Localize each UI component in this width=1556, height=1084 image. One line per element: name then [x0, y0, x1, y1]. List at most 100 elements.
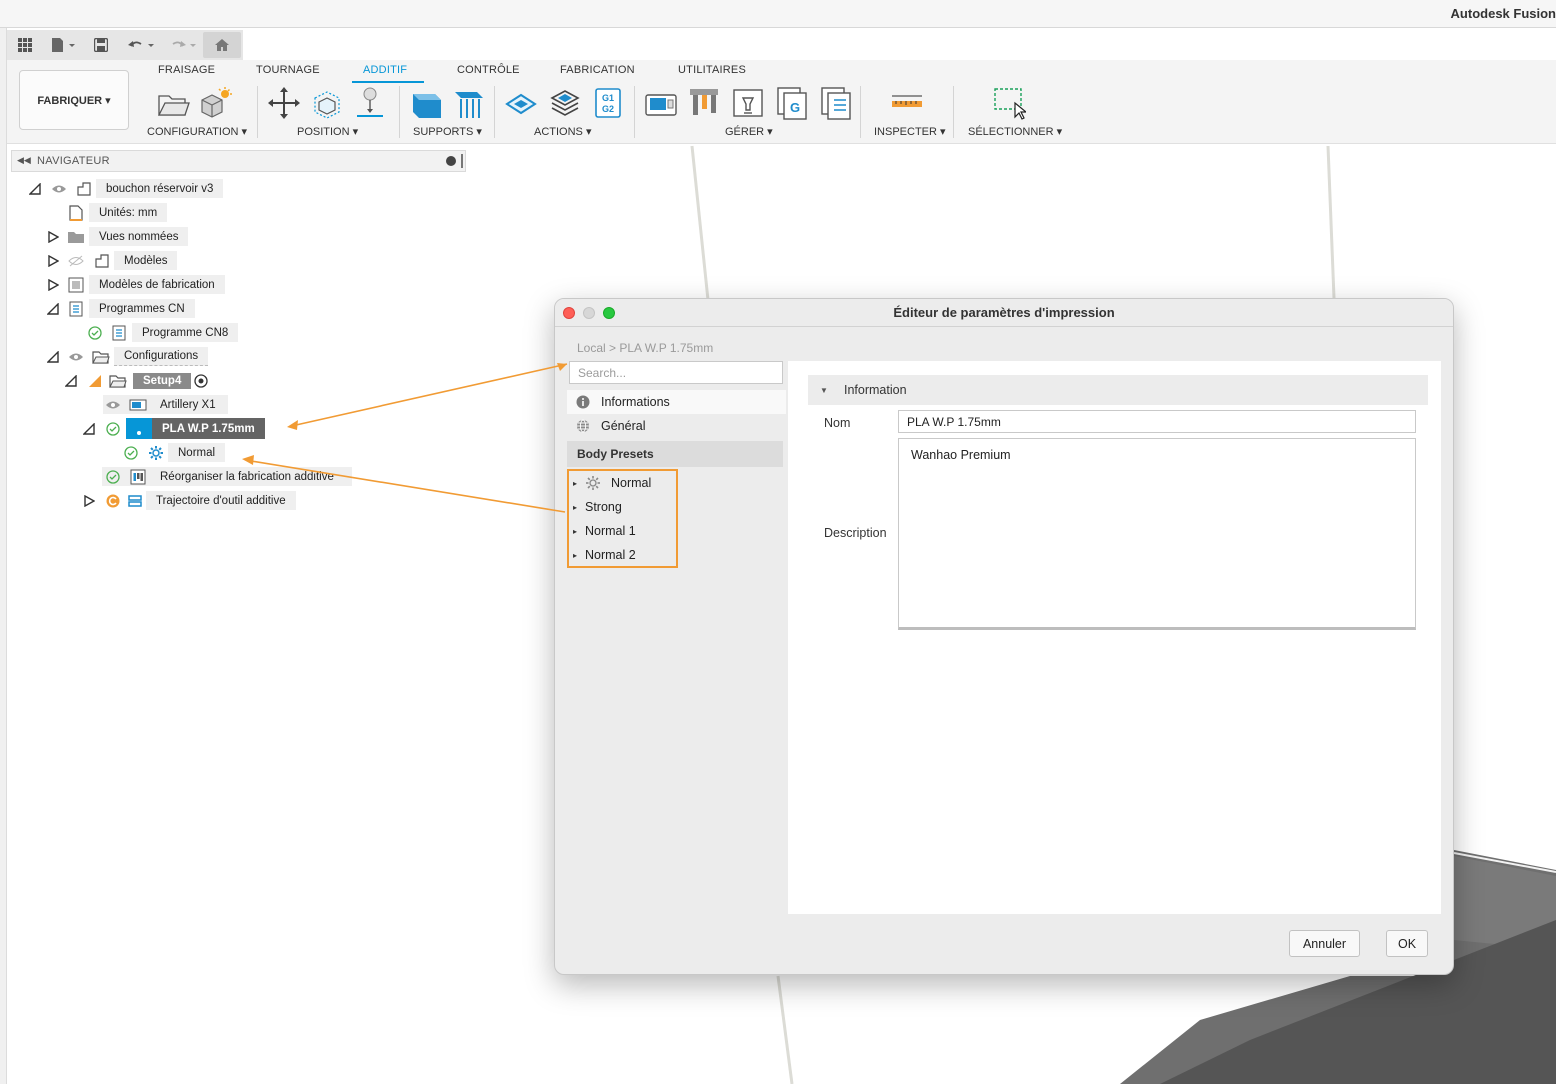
- tree-row-models[interactable]: Modèles: [0, 251, 470, 271]
- quick-access-toolbar: [7, 30, 243, 60]
- eye-hidden-icon[interactable]: [67, 252, 85, 270]
- eye-icon[interactable]: [104, 396, 122, 414]
- cancel-button[interactable]: Annuler: [1289, 930, 1360, 957]
- group-supports[interactable]: SUPPORTS ▾: [413, 125, 482, 138]
- redo-icon[interactable]: [167, 34, 199, 56]
- tree-row-nc-programs[interactable]: Programmes CN: [0, 299, 470, 319]
- expand-triangle-icon[interactable]: [47, 255, 59, 267]
- tab-utilitaires[interactable]: UTILITAIRES: [678, 64, 746, 76]
- expand-triangle-icon[interactable]: [83, 495, 95, 507]
- pin-icon[interactable]: [461, 154, 463, 168]
- manufacturing-model-icon: [67, 276, 85, 294]
- tab-fraisage[interactable]: FRAISAGE: [158, 64, 215, 76]
- template-library-icon[interactable]: [731, 86, 765, 120]
- move-icon[interactable]: [267, 86, 301, 120]
- tree-label: bouchon réservoir v3: [96, 179, 224, 198]
- tree-label: Modèles: [114, 251, 178, 270]
- grid-icon[interactable]: [15, 34, 35, 56]
- tree-row-manufacturing-models[interactable]: Modèles de fabrication: [0, 275, 470, 295]
- tab-controle[interactable]: CONTRÔLE: [457, 64, 520, 76]
- tab-tournage[interactable]: TOURNAGE: [256, 64, 320, 76]
- group-configuration[interactable]: CONFIGURATION ▾: [147, 125, 247, 138]
- ribbon-separator: [860, 86, 861, 138]
- group-actions[interactable]: ACTIONS ▾: [534, 125, 591, 138]
- tab-fabrication[interactable]: FABRICATION: [560, 64, 635, 76]
- svg-text:G2: G2: [602, 104, 614, 114]
- drop-to-plate-icon[interactable]: [353, 86, 387, 120]
- expand-triangle-icon[interactable]: [47, 231, 59, 243]
- machine-library-icon[interactable]: [644, 86, 678, 120]
- tree-row-preset-normal[interactable]: Normal: [0, 443, 470, 463]
- collapse-triangle-icon[interactable]: [29, 183, 41, 195]
- tree-label: Programmes CN: [89, 299, 195, 318]
- new-setup-icon[interactable]: [156, 86, 190, 120]
- group-position[interactable]: POSITION ▾: [297, 125, 358, 138]
- breadcrumb: Local > PLA W.P 1.75mm: [577, 341, 714, 355]
- warning-triangle-icon: [86, 372, 104, 390]
- tree-row-named-views[interactable]: Vues nommées: [0, 227, 470, 247]
- new-additive-setup-icon[interactable]: [198, 86, 232, 120]
- place-parts-icon[interactable]: [310, 86, 344, 120]
- print-setting-icon: [126, 418, 152, 439]
- tree-row-machine[interactable]: Artillery X1: [0, 395, 470, 415]
- measure-icon[interactable]: [890, 86, 924, 120]
- information-section-header[interactable]: ▼ Information: [808, 375, 1428, 405]
- tree-row-setups[interactable]: Configurations: [0, 347, 470, 367]
- collapse-triangle-icon[interactable]: [65, 375, 77, 387]
- tree-row-reorder[interactable]: Réorganiser la fabrication additive: [0, 467, 470, 487]
- tree-row-nc-program-8[interactable]: Programme CN8: [0, 323, 470, 343]
- save-icon[interactable]: [91, 34, 111, 56]
- expand-triangle-icon[interactable]: [47, 279, 59, 291]
- group-selectionner[interactable]: SÉLECTIONNER ▾: [968, 125, 1062, 138]
- name-field[interactable]: [898, 410, 1416, 433]
- collapse-navigator-icon[interactable]: ◀◀: [17, 155, 31, 166]
- search-input[interactable]: [569, 361, 783, 384]
- tree-label: Configurations: [114, 347, 209, 366]
- eye-icon[interactable]: [50, 180, 68, 198]
- group-inspecter[interactable]: INSPECTER ▾: [874, 125, 946, 138]
- group-gerer[interactable]: GÉRER ▾: [725, 125, 773, 138]
- solid-support-icon[interactable]: [410, 86, 444, 120]
- tree-row-print-setting[interactable]: PLA W.P 1.75mm: [0, 418, 470, 439]
- file-icon[interactable]: [47, 34, 79, 56]
- nc-program-icon: [67, 300, 85, 318]
- print-setting-library-icon[interactable]: [819, 86, 853, 120]
- minimize-icon[interactable]: [446, 156, 456, 166]
- dialog-title-bar[interactable]: Éditeur de paramètres d'impression: [555, 299, 1453, 327]
- tree-label: Unités: mm: [89, 203, 168, 222]
- post-process-icon[interactable]: G1 G2: [591, 86, 625, 120]
- home-icon[interactable]: [203, 32, 241, 58]
- generate-icon[interactable]: [504, 86, 538, 120]
- post-library-icon[interactable]: G: [775, 86, 809, 120]
- collapse-triangle-icon[interactable]: [47, 351, 59, 363]
- nc-program-icon: [110, 324, 128, 342]
- collapse-triangle-icon[interactable]: [47, 303, 59, 315]
- tree-row-document[interactable]: bouchon réservoir v3: [0, 179, 470, 199]
- tool-library-icon[interactable]: [687, 86, 721, 120]
- workspace-switcher-button[interactable]: FABRIQUER ▾: [19, 70, 129, 130]
- check-circle-icon: [86, 324, 104, 342]
- print-setting-editor-dialog: Éditeur de paramètres d'impression Local…: [554, 298, 1454, 975]
- collapse-triangle-icon[interactable]: [83, 423, 95, 435]
- simulate-icon[interactable]: [548, 86, 582, 120]
- undo-icon[interactable]: [125, 34, 157, 56]
- tab-additif[interactable]: ADDITIF: [363, 64, 407, 76]
- tree-row-units[interactable]: Unités: mm: [0, 203, 470, 223]
- active-setup-icon[interactable]: [192, 372, 210, 390]
- collapse-caret-icon[interactable]: ▼: [820, 386, 828, 395]
- app-title: Autodesk Fusion: [1450, 6, 1556, 21]
- ok-button[interactable]: OK: [1386, 930, 1428, 957]
- navigator-header[interactable]: ◀◀ NAVIGATEUR: [11, 150, 466, 172]
- tree-row-setup4[interactable]: Setup4: [0, 371, 470, 391]
- sidebar-item-informations[interactable]: Informations: [567, 390, 786, 414]
- svg-text:G: G: [790, 100, 800, 115]
- bar-support-icon[interactable]: [452, 86, 486, 120]
- window-select-icon[interactable]: [992, 86, 1028, 120]
- eye-icon[interactable]: [67, 348, 85, 366]
- dialog-title: Éditeur de paramètres d'impression: [893, 305, 1115, 320]
- description-field[interactable]: Wanhao Premium: [898, 438, 1416, 630]
- sidebar-item-general[interactable]: Général: [567, 414, 786, 438]
- tree-label: Setup4: [133, 373, 192, 389]
- name-label: Nom: [824, 416, 851, 430]
- tree-row-additive-toolpath[interactable]: Trajectoire d'outil additive: [0, 491, 470, 511]
